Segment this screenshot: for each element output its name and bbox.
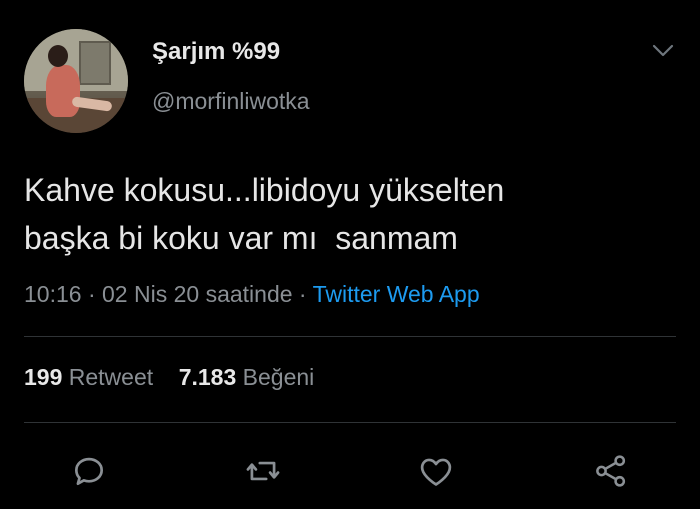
tweet-source-link[interactable]: Twitter Web App bbox=[313, 281, 480, 307]
reply-button[interactable] bbox=[66, 448, 112, 494]
retweet-count: 199 bbox=[24, 364, 63, 390]
avatar-photo-frame bbox=[79, 41, 111, 85]
tweet-text: Kahve kokusu...libidoyu yükselten başka … bbox=[24, 166, 684, 262]
retweet-button[interactable] bbox=[240, 448, 286, 494]
tweet-stats: 199 Retweet 7.183 Beğeni bbox=[24, 364, 314, 391]
like-button[interactable] bbox=[413, 448, 459, 494]
like-icon bbox=[420, 458, 452, 486]
avatar-photo-person bbox=[46, 65, 80, 117]
author-handle[interactable]: @morfinliwotka bbox=[152, 88, 310, 115]
share-icon bbox=[596, 455, 626, 487]
meta-separator: · bbox=[298, 281, 307, 307]
tweet-text-line: Kahve kokusu...libidoyu yükselten bbox=[24, 172, 505, 208]
divider bbox=[24, 422, 676, 423]
author-display-name[interactable]: Şarjım %99 bbox=[152, 38, 280, 66]
tweet-text-line: başka bi koku var mı sanmam bbox=[24, 220, 458, 256]
reply-icon bbox=[74, 457, 104, 486]
tweet-date[interactable]: 02 Nis 20 saatinde bbox=[102, 281, 293, 307]
like-count: 7.183 bbox=[178, 364, 237, 390]
retweet-label: Retweet bbox=[68, 364, 154, 390]
retweets-stat[interactable]: 199 Retweet bbox=[24, 364, 153, 390]
like-label: Beğeni bbox=[242, 364, 315, 390]
avatar[interactable] bbox=[24, 29, 128, 133]
likes-stat[interactable]: 7.183 Beğeni bbox=[179, 364, 315, 390]
retweet-icon bbox=[246, 461, 280, 481]
tweet-time[interactable]: 10:16 bbox=[24, 281, 82, 307]
share-button[interactable] bbox=[588, 448, 634, 494]
divider bbox=[24, 336, 676, 337]
chevron-down-icon[interactable] bbox=[652, 44, 674, 58]
tweet-meta: 10:16 · 02 Nis 20 saatinde · Twitter Web… bbox=[24, 281, 480, 308]
meta-separator: · bbox=[87, 281, 96, 307]
avatar-photo-head bbox=[48, 45, 68, 67]
